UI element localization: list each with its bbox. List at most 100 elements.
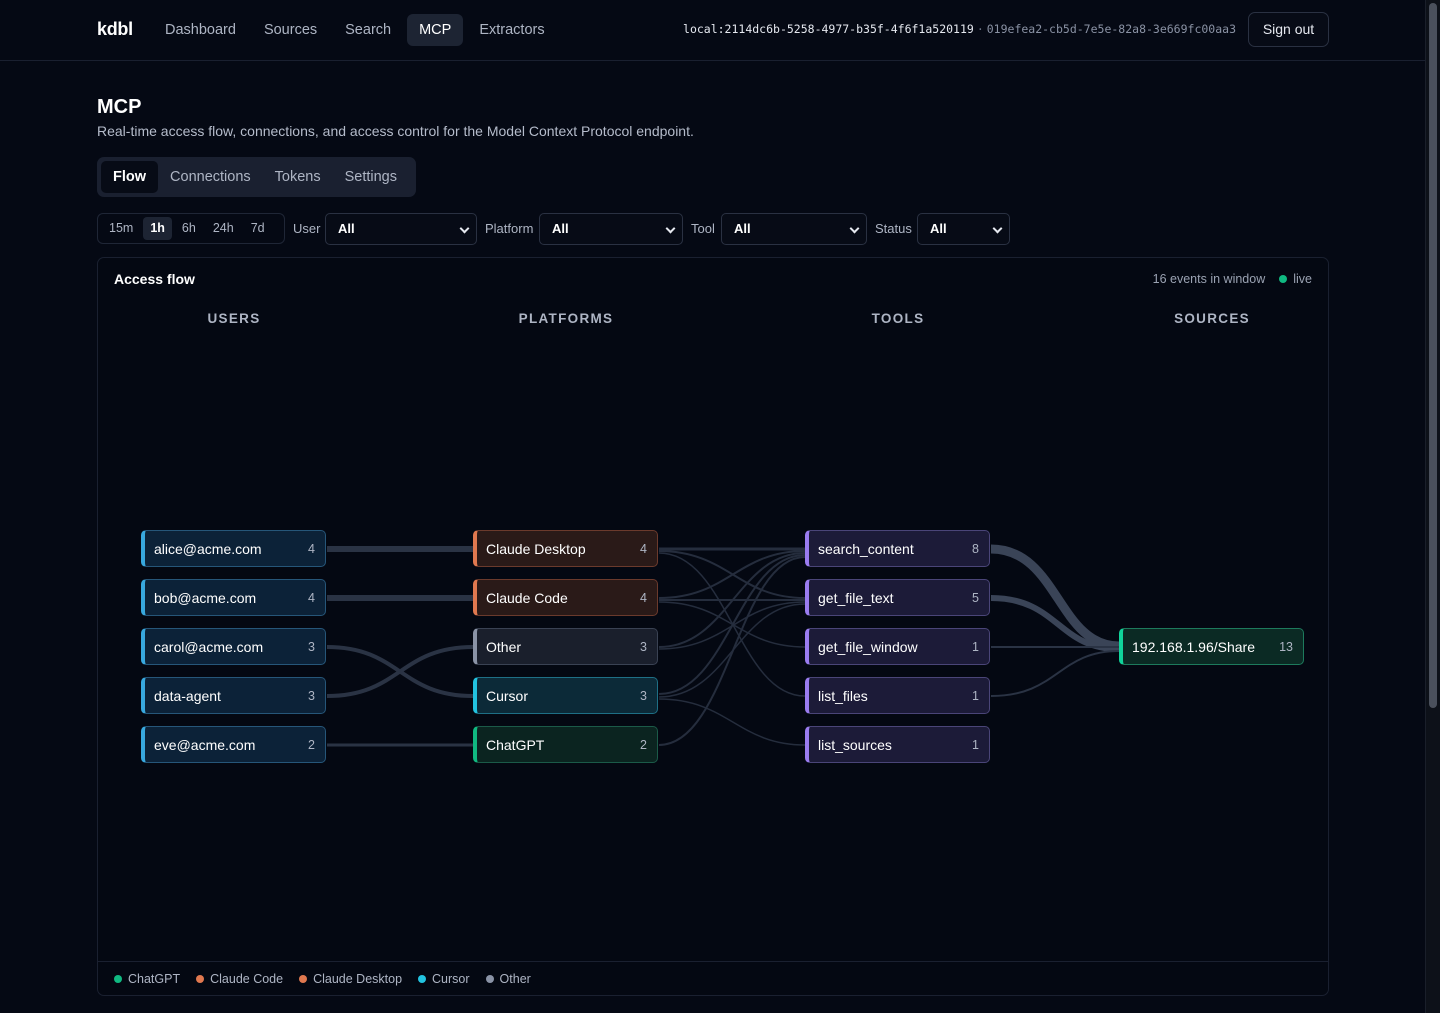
node-count: 3 (640, 640, 647, 654)
legend-dot-icon (196, 974, 205, 983)
user-filter-label: User (293, 221, 321, 236)
legend-dot-icon (114, 974, 122, 983)
nav-extractors[interactable]: Extractors (467, 14, 556, 46)
node-label: get_file_text (818, 590, 894, 606)
node-label: Claude Desktop (486, 541, 586, 557)
legend-dot-icon (485, 974, 494, 983)
node-label: ChatGPT (486, 737, 545, 753)
tool-node[interactable]: list_files 1 (805, 677, 990, 714)
node-count: 1 (972, 640, 979, 654)
flow-link (658, 556, 806, 746)
user-node[interactable]: eve@acme.com 2 (141, 726, 326, 763)
legend-label: Other (499, 971, 531, 986)
legend-dot-icon (418, 974, 427, 983)
tab-tokens[interactable]: Tokens (263, 161, 333, 193)
node-label: Other (486, 639, 522, 655)
status-filter-select[interactable]: All (917, 213, 1010, 245)
user-filter-select[interactable]: All (325, 213, 477, 245)
status-filter-label: Status (875, 221, 912, 236)
node-label: 192.168.1.96/Share (1132, 639, 1255, 655)
node-count: 3 (308, 689, 315, 703)
time-1h[interactable]: 1h (143, 217, 172, 240)
chevron-down-icon (665, 223, 676, 234)
user-node[interactable]: data-agent 3 (141, 677, 326, 714)
chevron-down-icon (849, 223, 860, 234)
session-separator: · (976, 22, 984, 36)
platform-node-chatgpt[interactable]: ChatGPT 2 (473, 726, 658, 763)
tool-filter-label: Tool (691, 221, 715, 236)
sign-out-button[interactable]: Sign out (1248, 12, 1329, 47)
legend-item: Other (485, 971, 531, 986)
tool-filter-value: All (734, 221, 751, 236)
platform-node-other[interactable]: Other 3 (473, 628, 658, 665)
page-scrollbar[interactable] (1425, 0, 1440, 1013)
nav-search[interactable]: Search (333, 14, 403, 46)
user-filter-value: All (338, 221, 355, 236)
tab-settings[interactable]: Settings (333, 161, 409, 193)
main-nav: Dashboard Sources Search MCP Extractors (153, 14, 557, 46)
node-count: 2 (640, 738, 647, 752)
platform-node-cursor[interactable]: Cursor 3 (473, 677, 658, 714)
tab-flow[interactable]: Flow (101, 161, 159, 193)
node-label: bob@acme.com (154, 590, 257, 606)
nav-sources[interactable]: Sources (252, 14, 329, 46)
top-nav-bar: kdbl Dashboard Sources Search MCP Extrac… (0, 0, 1425, 61)
node-count: 1 (972, 689, 979, 703)
legend-label: ChatGPT (128, 971, 181, 986)
page-title: MCP (97, 96, 142, 118)
time-24h[interactable]: 24h (206, 217, 241, 240)
platform-filter-label: Platform (485, 221, 534, 236)
chevron-down-icon (992, 223, 1003, 234)
node-label: list_sources (818, 737, 892, 753)
platform-filter-select[interactable]: All (539, 213, 683, 245)
platform-node-claude-desktop[interactable]: Claude Desktop 4 (473, 530, 658, 567)
platform-filter-value: All (552, 221, 569, 236)
node-label: search_content (818, 541, 914, 557)
node-count: 5 (972, 591, 979, 605)
node-count: 3 (308, 640, 315, 654)
session-id-secondary: 019efea2-cb5d-7e5e-82a8-3e669fc00aa3 (986, 22, 1236, 36)
nav-mcp[interactable]: MCP (407, 14, 464, 46)
time-7d[interactable]: 7d (244, 217, 272, 240)
user-node[interactable]: bob@acme.com 4 (141, 579, 326, 616)
legend-item: ChatGPT (114, 972, 180, 986)
tool-node[interactable]: get_file_text 5 (805, 579, 990, 616)
node-label: alice@acme.com (154, 541, 262, 557)
session-info: local:2114dc6b-5258-4977-b35f-4f6f1a5201… (683, 22, 1236, 36)
nav-dashboard[interactable]: Dashboard (153, 14, 248, 46)
node-count: 2 (308, 738, 315, 752)
flow-link (326, 645, 474, 698)
mcp-tabs: Flow Connections Tokens Settings (97, 157, 416, 197)
user-node[interactable]: alice@acme.com 4 (141, 530, 326, 567)
node-label: Claude Code (486, 590, 568, 606)
node-label: get_file_window (818, 639, 918, 655)
status-filter-value: All (930, 221, 947, 236)
tab-connections[interactable]: Connections (158, 161, 263, 193)
node-count: 4 (308, 542, 315, 556)
legend-label: Claude Desktop (313, 971, 403, 986)
time-15m[interactable]: 15m (102, 217, 140, 240)
tool-node[interactable]: list_sources 1 (805, 726, 990, 763)
node-label: carol@acme.com (154, 639, 264, 655)
tool-node[interactable]: search_content 8 (805, 530, 990, 567)
tool-filter-select[interactable]: All (721, 213, 867, 245)
platform-node-claude-code[interactable]: Claude Code 4 (473, 579, 658, 616)
node-count: 13 (1279, 640, 1293, 654)
node-count: 3 (640, 689, 647, 703)
legend-item: Claude Desktop (299, 972, 402, 986)
source-node[interactable]: 192.168.1.96/Share 13 (1119, 628, 1304, 665)
chevron-down-icon (459, 223, 470, 234)
node-count: 4 (308, 591, 315, 605)
scrollbar-thumb[interactable] (1429, 3, 1437, 708)
node-count: 4 (640, 542, 647, 556)
time-6h[interactable]: 6h (175, 217, 203, 240)
node-count: 8 (972, 542, 979, 556)
legend-label: Claude Code (210, 971, 284, 986)
node-count: 4 (640, 591, 647, 605)
brand-logo[interactable]: kdbl (97, 19, 133, 40)
node-label: list_files (818, 688, 868, 704)
legend-label: Cursor (432, 971, 470, 986)
tool-node[interactable]: get_file_window 1 (805, 628, 990, 665)
user-node[interactable]: carol@acme.com 3 (141, 628, 326, 665)
node-label: Cursor (486, 688, 529, 704)
